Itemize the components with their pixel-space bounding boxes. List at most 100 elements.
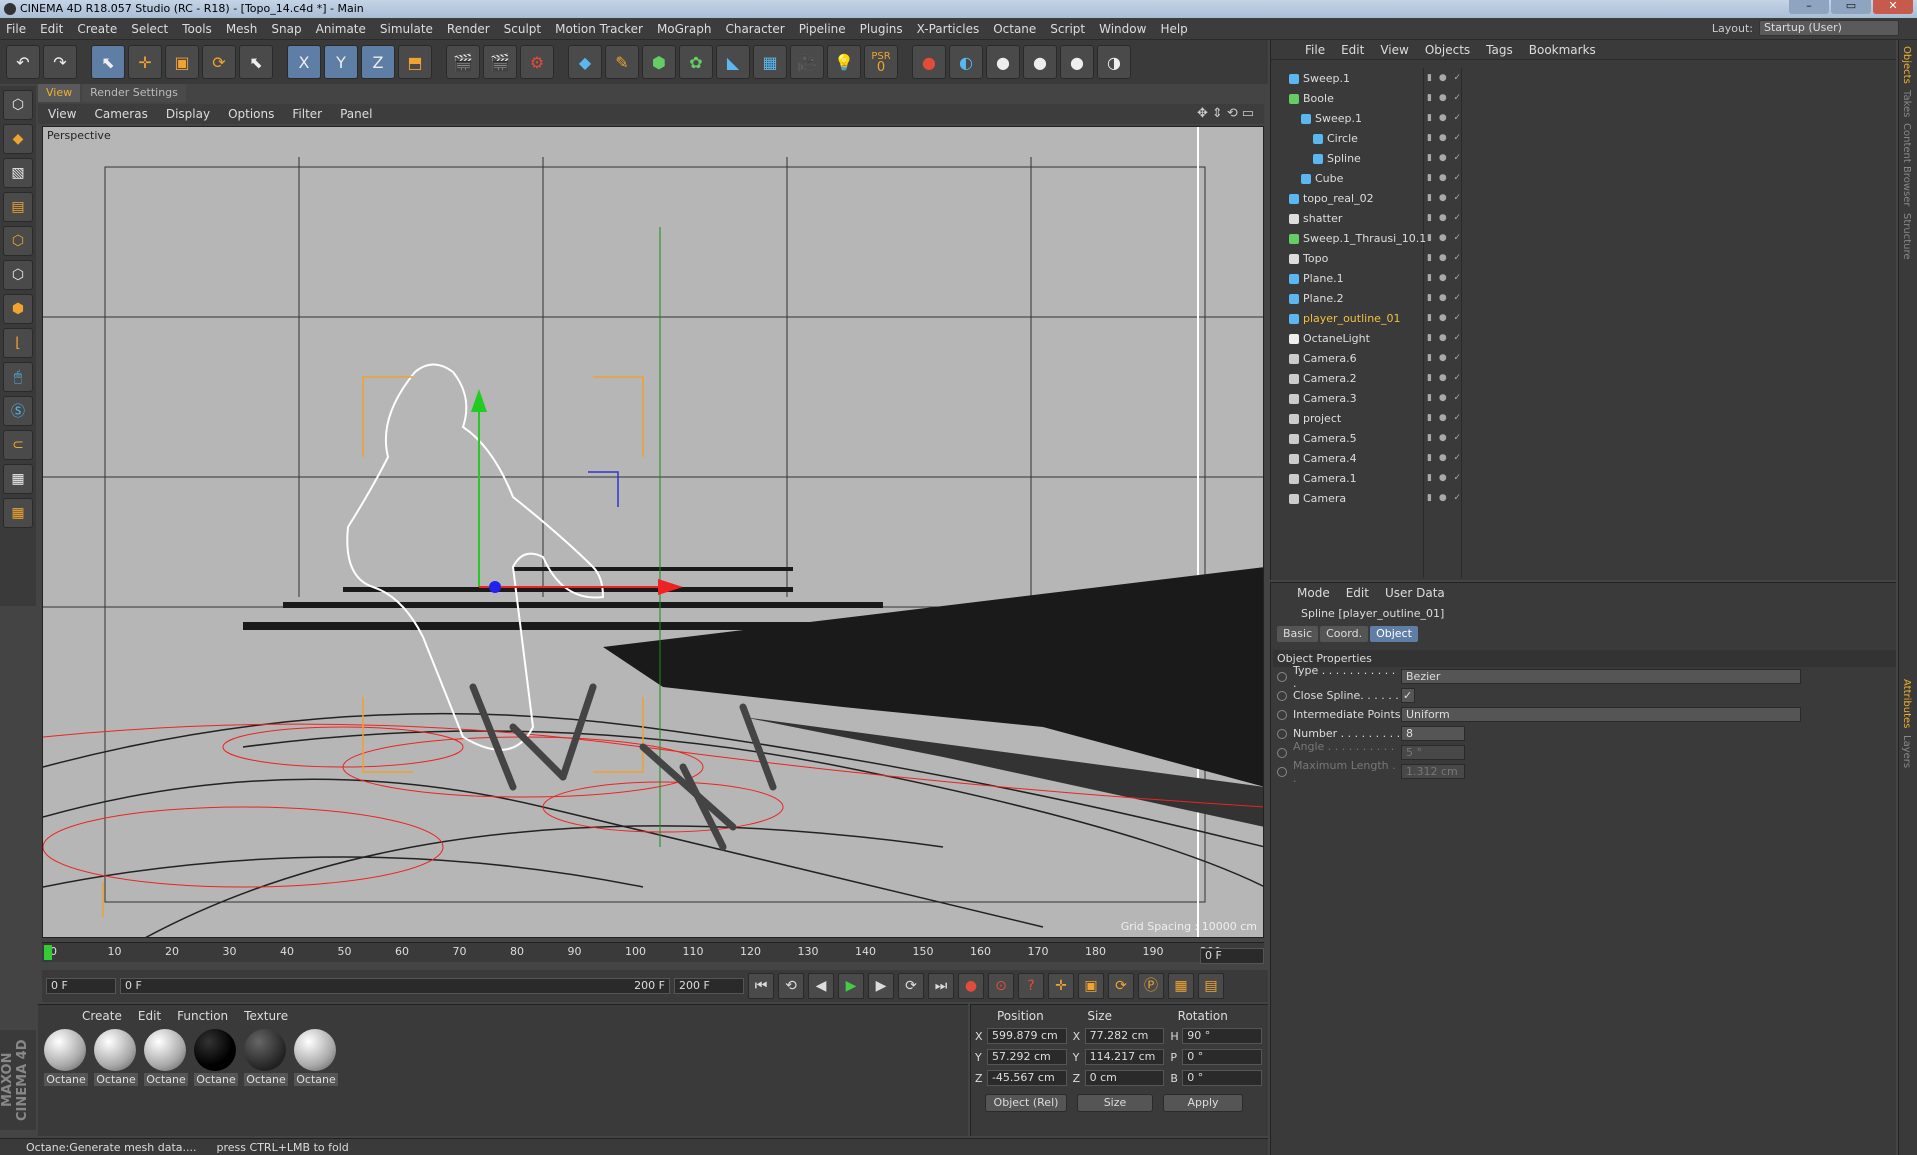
visibility-flags-icon[interactable]: ▮ ● ✓ [1427,473,1463,483]
attr-tab-object[interactable]: Object [1370,626,1418,642]
menu-octane[interactable]: Octane [993,22,1036,36]
prev-frame-icon[interactable]: ◀ [808,973,834,999]
object-row[interactable]: Spline ▮ ● ✓ [1271,148,1897,168]
record-keys-icon[interactable]: ● [958,973,984,999]
attr-tab-coord[interactable]: Coord. [1320,626,1369,642]
object-menu-tags[interactable]: Tags [1486,43,1513,57]
menu-motion-tracker[interactable]: Motion Tracker [555,22,643,36]
undo-icon[interactable]: ↶ [6,45,40,79]
object-menu-objects[interactable]: Objects [1425,43,1470,57]
live-selection-icon[interactable]: ⬉ [91,45,125,79]
animation-dot-icon[interactable] [1277,709,1287,720]
timeline-ruler[interactable]: 0 10 20 30 40 50 60 70 80 90 100 110 120 130 140 150 160… [42,942,1264,962]
render-settings-icon[interactable]: ⚙ [520,45,554,79]
size-z-field[interactable]: 0 cm [1084,1070,1165,1086]
y-axis-lock-button[interactable]: Y [324,45,358,79]
position-x-field[interactable]: 599.879 cm [986,1028,1067,1044]
scale-tool-icon[interactable]: ▣ [165,45,199,79]
menu-tools[interactable]: Tools [182,22,212,36]
menu-create[interactable]: Create [77,22,117,36]
object-row[interactable]: player_outline_01 ▮ ● ✓ [1271,308,1897,328]
attr-tab-basic[interactable]: Basic [1277,626,1319,642]
pen-spline-icon[interactable]: ✎ [605,45,639,79]
visibility-flags-icon[interactable]: ▮ ● ✓ [1427,453,1463,463]
visibility-flags-icon[interactable]: ▮ ● ✓ [1427,173,1463,183]
attr-menu-mode[interactable]: Mode [1297,586,1330,600]
current-frame-field[interactable]: 0 F [1200,948,1264,964]
rotation-p-field[interactable]: 0 ° [1182,1049,1263,1065]
keyframe-selection-icon[interactable]: ? [1018,973,1044,999]
z-axis-lock-button[interactable]: Z [361,45,395,79]
side-tab-content-browser[interactable]: Content Browser [1901,123,1912,206]
visibility-flags-icon[interactable]: ▮ ● ✓ [1427,153,1463,163]
octane-mix-icon[interactable]: ◑ [1097,45,1131,79]
material-menu-create[interactable]: Create [82,1009,122,1023]
object-row[interactable]: Plane.1 ▮ ● ✓ [1271,268,1897,288]
octane-material-icon[interactable]: ● [986,45,1020,79]
object-row[interactable]: Plane.2 ▮ ● ✓ [1271,288,1897,308]
prev-key-icon[interactable]: ⟲ [778,973,804,999]
x-axis-lock-button[interactable]: X [287,45,321,79]
workplane-lock-icon[interactable]: ▦ [3,464,33,494]
material-swatch[interactable]: Octane [94,1029,138,1086]
menu-mograph[interactable]: MoGraph [657,22,712,36]
rotate-tool-icon[interactable]: ⟳ [202,45,236,79]
snap-icon[interactable]: ⊂ [3,430,33,460]
material-swatch[interactable]: Octane [294,1029,338,1086]
solo-icon[interactable]: Ⓢ [3,396,33,426]
menu-plugins[interactable]: Plugins [860,22,903,36]
object-row[interactable]: OctaneLight ▮ ● ✓ [1271,328,1897,348]
axis-mode-icon[interactable]: ⌊ [3,328,33,358]
size-mode-dropdown[interactable]: Size [1077,1094,1153,1112]
menu-character[interactable]: Character [725,22,784,36]
object-menu-view[interactable]: View [1380,43,1408,57]
viewport-navigation-icons[interactable]: ✥⇕⟲▭ [1197,106,1258,121]
viewport-menu-panel[interactable]: Panel [340,107,372,121]
array-icon[interactable]: ✿ [679,45,713,79]
visibility-flags-icon[interactable]: ▮ ● ✓ [1427,353,1463,363]
material-swatch[interactable]: Octane [144,1029,188,1086]
material-menu-function[interactable]: Function [177,1009,228,1023]
viewport-menu-options[interactable]: Options [228,107,274,121]
layout-dropdown[interactable]: Startup (User) [1759,20,1899,36]
planar-workplane-icon[interactable]: ▦ [3,498,33,528]
object-row[interactable]: project ▮ ● ✓ [1271,408,1897,428]
model-mode-icon[interactable]: ◆ [3,124,33,154]
workplane-mode-icon[interactable]: ▤ [3,192,33,222]
max-frame-input[interactable]: 200 F [674,978,744,994]
camera-icon[interactable]: 🎥 [790,45,824,79]
floor-icon[interactable]: ▦ [753,45,787,79]
object-row[interactable]: Camera.5 ▮ ● ✓ [1271,428,1897,448]
menu-edit[interactable]: Edit [40,22,63,36]
type-dropdown[interactable]: Bezier [1401,669,1801,684]
side-tab-takes[interactable]: Takes [1901,90,1912,117]
minimize-button[interactable]: – [1789,0,1829,14]
menu-script[interactable]: Script [1050,22,1085,36]
octane-glossy-icon[interactable]: ● [1023,45,1057,79]
redo-icon[interactable]: ↷ [43,45,77,79]
side-tab-attributes[interactable]: Attributes [1901,679,1912,728]
side-tab-structure[interactable]: Structure [1901,213,1912,260]
close-button[interactable]: ✕ [1873,0,1913,14]
maximize-button[interactable]: ▭ [1831,0,1871,14]
rotation-b-field[interactable]: 0 ° [1182,1070,1263,1086]
close-spline-checkbox[interactable]: ✓ [1401,688,1415,703]
viewport-menu-view[interactable]: View [48,107,76,121]
object-row[interactable]: Sweep.1 ▮ ● ✓ [1271,108,1897,128]
object-row[interactable]: Camera.4 ▮ ● ✓ [1271,448,1897,468]
polygons-mode-icon[interactable]: ⬢ [3,294,33,324]
animation-dot-icon[interactable] [1277,728,1287,739]
object-row[interactable]: Cube ▮ ● ✓ [1271,168,1897,188]
texture-mode-icon[interactable]: ▧ [3,158,33,188]
material-menu-edit[interactable]: Edit [138,1009,161,1023]
viewport-menu-cameras[interactable]: Cameras [94,107,147,121]
object-row[interactable]: Camera.1 ▮ ● ✓ [1271,468,1897,488]
key-param-icon[interactable]: Ⓟ [1138,973,1164,999]
object-row[interactable]: Camera ▮ ● ✓ [1271,488,1897,508]
attr-menu-edit[interactable]: Edit [1346,586,1369,600]
object-row[interactable]: Camera.6 ▮ ● ✓ [1271,348,1897,368]
visibility-flags-icon[interactable]: ▮ ● ✓ [1427,133,1463,143]
playhead[interactable] [44,945,52,960]
material-swatch[interactable]: Octane [244,1029,288,1086]
tab-view[interactable]: View [38,84,81,102]
